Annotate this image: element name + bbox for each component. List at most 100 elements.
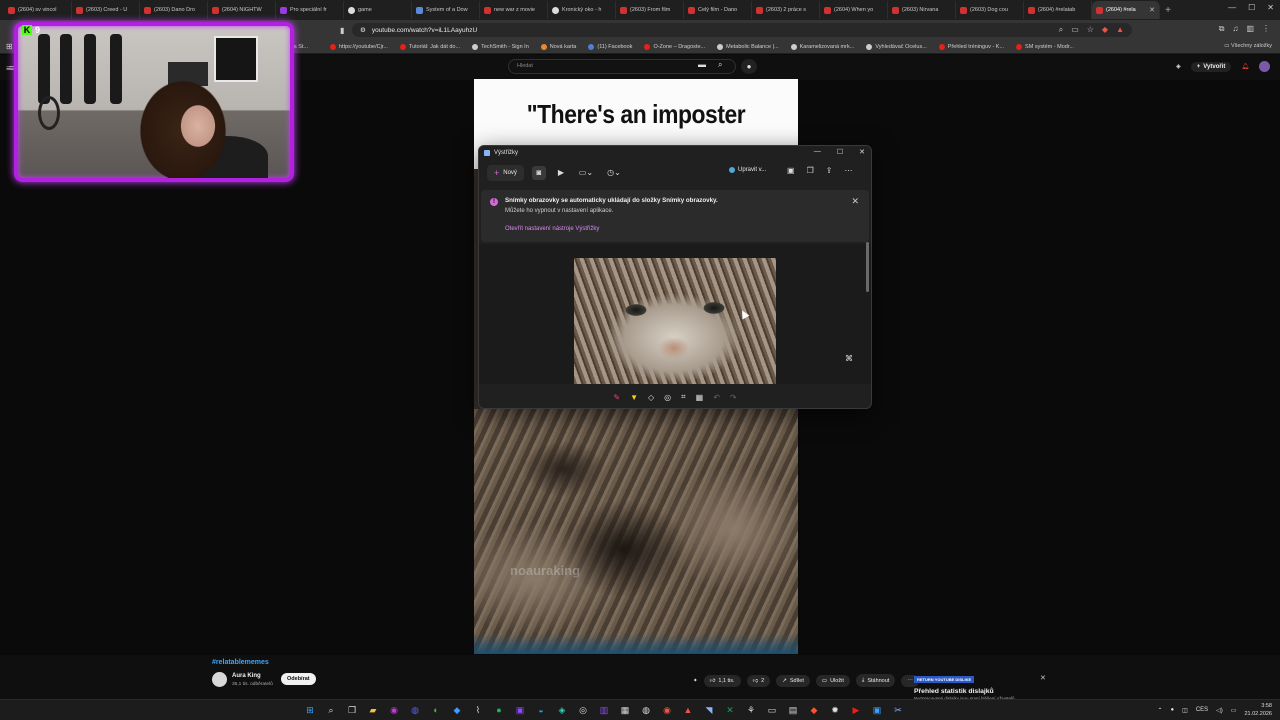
network-icon[interactable]: ◫: [1182, 707, 1188, 714]
like-button[interactable]: 👍︎ 1,1 tis.: [703, 674, 741, 687]
app-icon[interactable]: ▣: [869, 702, 885, 718]
battery-icon[interactable]: ▭: [1231, 707, 1237, 714]
app-icon[interactable]: ▥: [596, 702, 612, 718]
steam-icon[interactable]: ◥: [701, 702, 717, 718]
chevron-up-icon[interactable]: ⌃: [1158, 707, 1163, 714]
app-icon[interactable]: ◉: [659, 702, 675, 718]
twitch-icon[interactable]: ▣: [512, 702, 528, 718]
scrollbar[interactable]: [866, 242, 869, 292]
app-icon[interactable]: ◉: [386, 702, 402, 718]
tab[interactable]: (2603) From film: [616, 1, 684, 19]
tab[interactable]: (2604) #relatab: [1024, 1, 1092, 19]
app-icon[interactable]: ◈: [554, 702, 570, 718]
bookmark-item[interactable]: Vyhledávač Ocelus...: [866, 43, 927, 50]
new-tab-icon[interactable]: +: [1160, 5, 1176, 16]
share-icon[interactable]: ⇪: [826, 166, 833, 175]
download-button[interactable]: ⤓ Stáhnout: [855, 674, 896, 687]
channel-avatar[interactable]: [212, 672, 227, 687]
maximize-icon[interactable]: ☐: [837, 148, 843, 156]
search-icon[interactable]: ⌕: [1059, 25, 1063, 35]
highlighter-icon[interactable]: ▼: [630, 393, 638, 402]
screenshot-mode-camera-icon[interactable]: ◙: [531, 166, 546, 180]
dislike-dashboard-popup[interactable]: RETURN YOUTUBE DISLIKE Přehled statistik…: [914, 668, 1054, 701]
install-icon[interactable]: ▭: [1071, 25, 1079, 35]
bookmark-item[interactable]: Tutoriál: Jak dát do...: [399, 43, 460, 50]
app-icon[interactable]: ◆: [449, 702, 465, 718]
app-icon[interactable]: ▭: [764, 702, 780, 718]
bookmark-item[interactable]: TechSmith - Sign In: [472, 43, 529, 50]
bookmark-item[interactable]: https://youtube/Cjr...: [330, 43, 388, 50]
mic-icon[interactable]: ●: [1171, 707, 1175, 713]
crop-icon[interactable]: ⌗: [681, 392, 686, 402]
tab[interactable]: new war z movie: [480, 1, 548, 19]
settings-icon[interactable]: ✹: [827, 702, 843, 718]
tab[interactable]: (2603) Dano Dro: [140, 1, 208, 19]
avatar[interactable]: [1259, 61, 1270, 72]
clock[interactable]: 3:58 21.02.2026: [1244, 702, 1272, 718]
all-bookmarks-button[interactable]: ▭ Všechny záložky: [1224, 43, 1272, 49]
bookmark-item[interactable]: Přehled tréninguv - K...: [938, 43, 1004, 50]
tab[interactable]: Kronický oko - h: [548, 1, 616, 19]
chrome-icon[interactable]: ◐: [428, 702, 444, 718]
eraser-icon[interactable]: ◇: [648, 393, 654, 402]
ballpoint-pen-icon[interactable]: ✎: [613, 393, 620, 402]
save-button[interactable]: ▭ Uložit: [815, 674, 850, 687]
save-icon[interactable]: ▣: [787, 166, 795, 175]
apps-grid-icon[interactable]: ⊞: [6, 42, 13, 51]
create-button[interactable]: + Vytvořit: [1190, 61, 1232, 72]
tab-active[interactable]: (2604) #rela ✕: [1092, 1, 1160, 19]
language-indicator[interactable]: CES: [1196, 707, 1208, 713]
search-icon[interactable]: ⌕: [718, 60, 722, 70]
minimize-icon[interactable]: —: [814, 148, 821, 156]
volume-icon[interactable]: ◁): [1216, 707, 1223, 714]
bookmark-item[interactable]: Karamelizovaná mrk...: [790, 43, 854, 50]
subscribe-button[interactable]: Odebírat: [281, 673, 316, 685]
app-icon[interactable]: ▦: [617, 702, 633, 718]
tab[interactable]: (2603) Nirvana: [888, 1, 956, 19]
start-icon[interactable]: ⊞: [302, 702, 318, 718]
bookmark-tab-icon[interactable]: ▮: [340, 26, 344, 35]
microphone-icon[interactable]: ●: [741, 59, 757, 74]
app-icon[interactable]: ⚘: [743, 702, 759, 718]
dislike-button[interactable]: 👎︎ 2: [746, 674, 771, 687]
close-notice-icon[interactable]: ✕: [851, 196, 859, 207]
more-icon[interactable]: ⋯: [844, 166, 852, 175]
youtube-menu-icon[interactable]: ≡: [6, 64, 11, 73]
extensions-icon[interactable]: ⧉: [1219, 24, 1225, 34]
chart-icon[interactable]: ⌇: [470, 702, 486, 718]
text-actions-icon[interactable]: ⌘: [845, 354, 853, 363]
tab[interactable]: (2604) sv vincol: [4, 1, 72, 19]
youtube-icon[interactable]: ▶: [848, 702, 864, 718]
notifications-icon[interactable]: 🔔︎: [1241, 63, 1249, 70]
tab[interactable]: (2603) Dog cou: [956, 1, 1024, 19]
site-info-icon[interactable]: ⚙: [360, 26, 366, 34]
close-icon[interactable]: ✕: [859, 148, 865, 156]
share-button[interactable]: ↗ Sdílet: [776, 674, 810, 687]
tab[interactable]: Pro speciální fr: [276, 1, 344, 19]
omnibox[interactable]: ⚙ youtube.com/watch?v=iL1LAayuhzU ⌕ ▭ ☆ …: [352, 23, 1132, 37]
channel-name[interactable]: Aura King: [232, 673, 261, 679]
star-icon[interactable]: ☆: [1087, 25, 1094, 35]
tab[interactable]: Celý film - Dano: [684, 1, 752, 19]
bookmark-item[interactable]: Metabolic Balance |...: [717, 43, 779, 50]
close-tab-icon[interactable]: ✕: [1149, 6, 1155, 14]
close-icon[interactable]: ✕: [1267, 3, 1274, 12]
tab[interactable]: (2603) 2 práce s: [752, 1, 820, 19]
app-icon[interactable]: ▤: [785, 702, 801, 718]
keyboard-icon[interactable]: ▬: [698, 60, 706, 70]
spotify-icon[interactable]: ●: [491, 702, 507, 718]
tab[interactable]: (2603) Creed - U: [72, 1, 140, 19]
delay-timer-dropdown-icon[interactable]: ◷⌄: [604, 166, 624, 180]
snip-shape-dropdown-icon[interactable]: ▭⌄: [576, 166, 596, 180]
tab[interactable]: (2604) When yo: [820, 1, 888, 19]
bookmark-item[interactable]: SM systém - Modr...: [1016, 43, 1074, 50]
adobe-icon[interactable]: ▲: [680, 702, 696, 718]
tab[interactable]: (2604) NIGHTW: [208, 1, 276, 19]
snip-canvas[interactable]: [479, 244, 871, 384]
task-view-icon[interactable]: ❐: [344, 702, 360, 718]
open-settings-link[interactable]: Otevřít nastavení nástroje Výstřižky: [505, 226, 599, 232]
brave-icon[interactable]: ◆: [806, 702, 822, 718]
bookmark-item[interactable]: Nová karta: [540, 43, 576, 50]
text-extract-icon[interactable]: ▦: [696, 393, 704, 402]
epic-icon[interactable]: ◍: [638, 702, 654, 718]
